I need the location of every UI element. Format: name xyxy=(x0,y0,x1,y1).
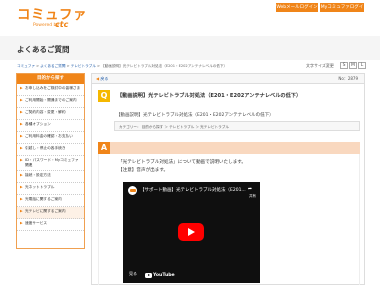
breadcrumb-item-faq[interactable]: よくあるご質問 xyxy=(40,64,65,68)
breadcrumb-item-tv[interactable]: テレビトラブル xyxy=(71,64,96,68)
share-icon[interactable]: ➦ xyxy=(245,186,255,192)
sidebar-item[interactable]: ▶ 接続・設定方法 xyxy=(17,171,84,183)
sidebar-heading: 目的から探す xyxy=(17,74,84,84)
font-size-medium-button[interactable]: M xyxy=(349,62,357,69)
sidebar-item[interactable]: ▶ お申し込みをご検討中の皆様さま xyxy=(17,84,84,96)
question-badge: Q xyxy=(98,90,110,102)
sidebar-item[interactable]: ▶ ご契約内容・変更・解約 xyxy=(17,108,84,120)
sidebar-item[interactable]: ▶ ID・パスワード・Myコミュファ関連 xyxy=(17,156,84,171)
sidebar: 目的から探す ▶ お申し込みをご検討中の皆様さま ▶ ご利用開始・開通までのご案内 … xyxy=(16,73,85,249)
sidebar-item[interactable]: ▶ 速度サービス xyxy=(17,219,84,231)
play-button[interactable] xyxy=(178,223,204,241)
breadcrumb-item-current: 【動画説明】光テレビトラブル対処法（E201・E202アンテナレベルの低下） xyxy=(101,64,228,68)
channel-logo-icon[interactable] xyxy=(128,186,137,195)
logo-ctc-brand: ctc xyxy=(55,20,69,29)
video-title[interactable]: 【サポート動画】光テレビトラブル対処法（E201... xyxy=(140,187,246,193)
sidebar-item[interactable]: ▶ 引越し・停止の各手続き xyxy=(17,144,84,156)
faq-toolbar xyxy=(92,74,364,84)
web-mail-login-button[interactable]: Webメールログイン xyxy=(276,3,318,12)
answer-header-band xyxy=(98,142,360,154)
site-header: コミュファ Powered by ctc Webメールログイン Myコミュファロ… xyxy=(0,0,380,34)
breadcrumb: コミュファ > よくあるご質問 > テレビトラブル > 【動画説明】光テレビトラ… xyxy=(17,64,228,68)
youtube-video-player[interactable]: 【サポート動画】光テレビトラブル対処法（E201... ➦ 共有 見る YouT… xyxy=(123,182,260,283)
question-title: 【動画説明】光テレビトラブル対処法（E201・E202アンテナレベルの低下） xyxy=(117,93,302,99)
answer-text-line1: 「光テレビトラブル対処法」について動画で説明いたします。 xyxy=(118,160,247,165)
youtube-logo[interactable]: YouTube xyxy=(145,273,175,278)
breadcrumb-item-home[interactable]: コミュファ xyxy=(17,64,35,68)
faq-main-panel: ◀ 戻る No：2879 Q 【動画説明】光テレビトラブル対処法（E201・E2… xyxy=(91,73,365,285)
question-number: No：2879 xyxy=(338,76,358,81)
sidebar-item[interactable]: ▶ ご利用開始・開通までのご案内 xyxy=(17,96,84,108)
sidebar-item[interactable]: ▶ 光ネットトラブル xyxy=(17,183,84,195)
play-icon xyxy=(188,228,195,236)
page-title: よくあるご質問 xyxy=(17,45,70,54)
back-link[interactable]: ◀ 戻る xyxy=(96,76,108,82)
category-path: カテゴリー： 目的から探す ＞ テレビトラブル ＞ 光テレビトラブル xyxy=(114,121,360,131)
font-size-label: 文字サイズ変更 xyxy=(306,63,334,68)
sidebar-item[interactable]: ▶ 光電話に関するご案内 xyxy=(17,195,84,207)
sidebar-item-selected[interactable]: ▶ 光テレビに関するご案内 xyxy=(17,207,84,219)
sidebar-item[interactable]: ▶ ご利用料金の確認・お支払い xyxy=(17,132,84,144)
question-subtitle: 【動画説明】光テレビトラブル対処法（E201・E202アンテナレベルの低下） xyxy=(116,113,274,118)
font-size-small-button[interactable]: S xyxy=(340,62,348,69)
youtube-icon xyxy=(145,273,152,278)
my-commufa-login-button[interactable]: Myコミュファログイン xyxy=(320,3,364,19)
sidebar-item[interactable]: ▶ 各種オプション xyxy=(17,120,84,132)
answer-text-line2: 【注意】音声が出ます。 xyxy=(118,168,169,173)
commufa-logo[interactable]: コミュファ xyxy=(17,8,87,22)
font-size-large-button[interactable]: L xyxy=(358,62,366,69)
watch-on-label[interactable]: 見る xyxy=(129,271,137,277)
title-bar: よくあるご質問 xyxy=(0,36,380,60)
answer-badge: A xyxy=(98,142,110,154)
share-label[interactable]: 共有 xyxy=(249,194,256,199)
